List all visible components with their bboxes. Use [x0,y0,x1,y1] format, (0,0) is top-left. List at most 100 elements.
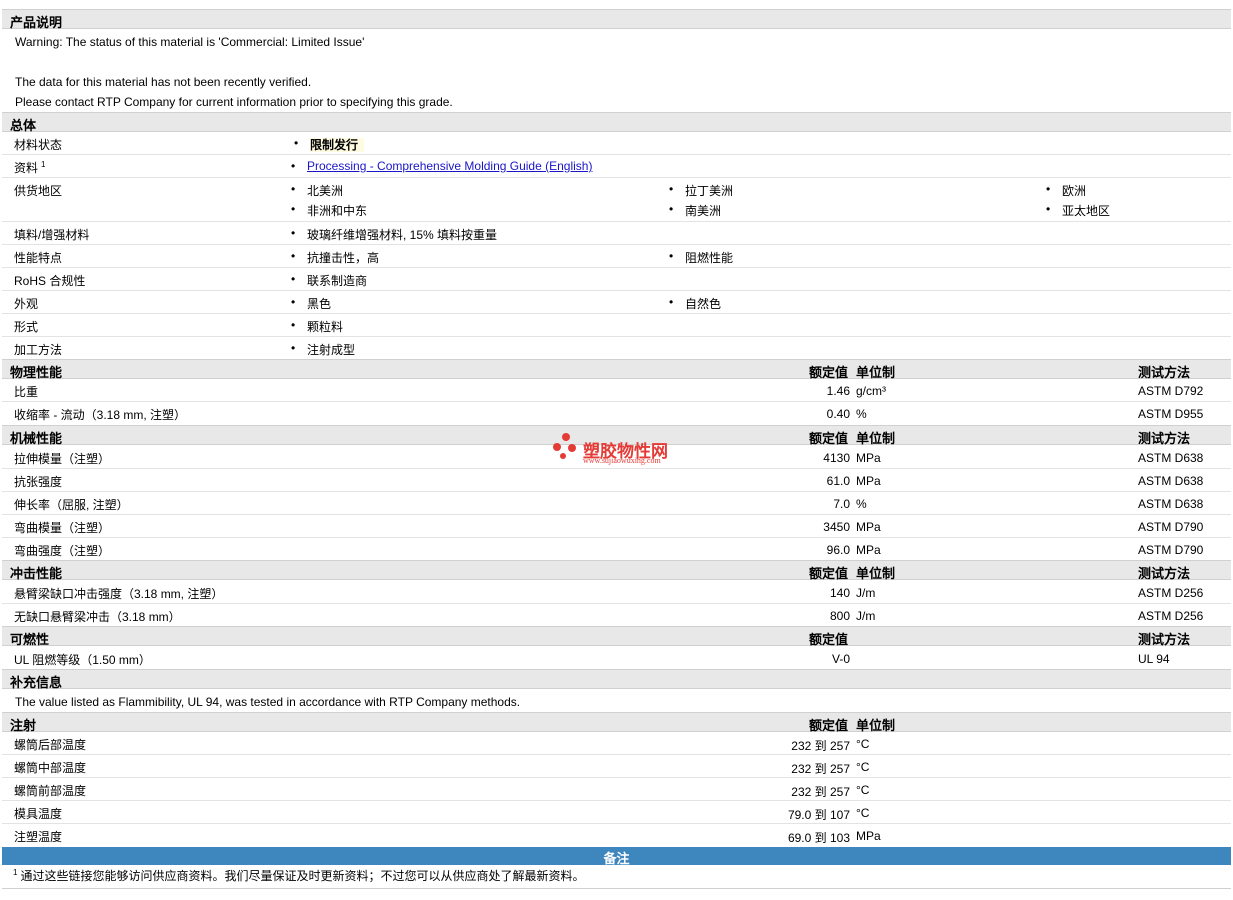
prop-unit: °C [856,806,870,820]
label-rohs: RoHS 合规性 [14,274,86,288]
prop-unit: MPa [856,543,881,557]
desc-line-2: Please contact RTP Company for current i… [15,95,453,109]
prop-unit: °C [856,760,870,774]
row-supply: 供货地区 北美洲 拉丁美洲 欧洲 非洲和中东 南美洲 亚太地区 [2,178,1231,222]
feature-item: 阻燃性能 [669,249,733,266]
label-process: 加工方法 [14,343,63,357]
supply-item: 北美洲 [291,182,343,199]
header-method: 测试方法 [1138,431,1191,446]
section-header-impact: 冲击性能 额定值 单位制 测试方法 [2,560,1231,581]
prop-unit: MPa [856,520,881,534]
prop-method: ASTM D790 [1138,543,1204,557]
warning-text: Warning: The status of this material is … [15,35,365,49]
prop-label: 螺筒后部温度 [14,738,87,752]
rohs-value: 联系制造商 [291,272,367,289]
section-title: 冲击性能 [10,566,63,581]
table-row: 螺筒前部温度 232 到 257 °C [2,778,1231,801]
header-nominal: 额定值 [808,632,848,647]
feature-item: 抗撞击性，高 [291,249,379,266]
prop-label: 螺筒前部温度 [14,784,87,798]
bottom-divider [2,888,1231,889]
prop-label: 注塑温度 [14,830,63,844]
notes-header-bar: 备注 [2,847,1231,866]
row-docs: 资料1 Processing - Comprehensive Molding G… [2,155,1231,178]
prop-unit: % [856,497,867,511]
section-header-physical: 物理性能 额定值 单位制 测试方法 [2,359,1231,380]
prop-value: 232 到 257 [791,739,850,753]
table-row: 悬臂梁缺口冲击强度（3.18 mm, 注塑） 140 J/m ASTM D256 [2,581,1231,604]
prop-label: 螺筒中部温度 [14,761,87,775]
prop-value: 61.0 [826,474,850,488]
prop-value: 232 到 257 [791,785,850,799]
prop-unit: J/m [856,586,876,600]
prop-label: 模具温度 [14,807,63,821]
prop-label: 悬臂梁缺口冲击强度（3.18 mm, 注塑） [14,587,224,601]
row-appearance: 外观 黑色 自然色 [2,291,1231,314]
prop-label: 拉伸模量（注塑） [14,452,111,466]
footnote: 1 通过这些链接您能够访问供应商资料。我们尽量保证及时更新资料；不过您可以从供应商… [13,867,584,884]
prop-value: 69.0 到 103 [787,831,850,845]
status-value: 限制发行 [310,138,365,152]
table-row: 模具温度 79.0 到 107 °C [2,801,1231,824]
section-header-general: 总体 [2,112,1231,133]
form-value: 颗粒料 [291,318,343,335]
prop-unit: °C [856,783,870,797]
label-form: 形式 [14,320,39,334]
prop-label: 弯曲模量（注塑） [14,521,111,535]
section-title: 机械性能 [10,431,63,446]
appearance-item: 黑色 [291,295,331,312]
section-title: 可燃性 [10,632,50,647]
prop-value: 79.0 到 107 [787,808,850,822]
label-status: 材料状态 [14,138,63,152]
row-process: 加工方法 注射成型 [2,337,1231,360]
prop-label: 收缩率 - 流动（3.18 mm, 注塑） [14,408,187,422]
label-docs: 资料 1 [14,160,46,175]
prop-label: 伸长率（屈服, 注塑） [14,498,129,512]
prop-label: 弯曲强度（注塑） [14,544,111,558]
prop-value: 232 到 257 [791,762,850,776]
table-row: 伸长率（屈服, 注塑） 7.0 % ASTM D638 [2,492,1231,515]
header-nominal: 额定值 [808,431,848,446]
footnote-text: 通过这些链接您能够访问供应商资料。我们尽量保证及时更新资料；不过您可以从供应商处… [20,869,585,883]
label-appearance: 外观 [14,297,39,311]
prop-unit: MPa [856,451,881,465]
processing-guide-link[interactable]: Processing - Comprehensive Molding Guide… [307,159,592,173]
prop-unit: % [856,407,867,421]
prop-method: ASTM D955 [1138,407,1204,421]
section-title: 产品说明 [10,15,63,30]
prop-unit: MPa [856,829,881,843]
prop-unit: °C [856,737,870,751]
header-unit: 单位制 [856,566,896,581]
table-row: 弯曲模量（注塑） 3450 MPa ASTM D790 [2,515,1231,538]
table-row: 螺筒后部温度 232 到 257 °C [2,732,1231,755]
prop-value: 0.40 [826,407,850,421]
row-features: 性能特点 抗撞击性，高 阻燃性能 [2,245,1231,268]
row-status: 材料状态 限制发行 [2,132,1231,155]
prop-value: V-0 [831,652,850,666]
header-unit: 单位制 [856,431,896,446]
prop-method: ASTM D256 [1138,586,1204,600]
prop-value: 3450 [823,520,850,534]
watermark-url: www.sujiaowuxing.com [583,456,661,465]
supply-item: 拉丁美洲 [669,182,733,199]
prop-unit: MPa [856,474,881,488]
supply-item: 亚太地区 [1046,202,1110,219]
filler-value: 玻璃纤维增强材料, 15% 填料按重量 [291,226,497,243]
section-header-injection: 注射 额定值 单位制 [2,712,1231,733]
supply-item: 南美洲 [669,202,721,219]
table-row: 收缩率 - 流动（3.18 mm, 注塑） 0.40 % ASTM D955 [2,402,1231,425]
label-filler: 填料/增强材料 [14,228,90,242]
table-row: 注塑温度 69.0 到 103 MPa [2,824,1231,847]
prop-value: 1.46 [826,384,850,398]
prop-label: 无缺口悬臂梁冲击（3.18 mm） [14,610,181,624]
process-value: 注射成型 [291,341,355,358]
prop-method: ASTM D256 [1138,609,1204,623]
prop-method: ASTM D790 [1138,520,1204,534]
header-method: 测试方法 [1138,566,1191,581]
appearance-item: 自然色 [669,295,721,312]
prop-method: ASTM D638 [1138,451,1204,465]
prop-unit: J/m [856,609,876,623]
prop-unit: g/cm³ [856,384,886,398]
row-form: 形式 颗粒料 [2,314,1231,337]
supply-item: 非洲和中东 [291,202,367,219]
